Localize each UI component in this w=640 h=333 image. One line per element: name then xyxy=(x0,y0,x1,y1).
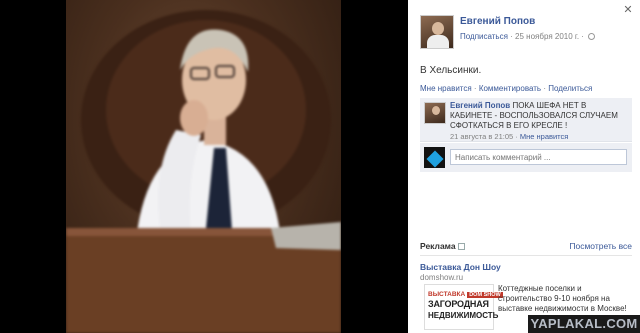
comment-link[interactable]: Комментировать xyxy=(479,84,541,93)
ad-image-line2: ЗАГОРОДНАЯ xyxy=(428,299,489,309)
owner-name[interactable]: Евгений Попов xyxy=(460,16,595,27)
comment-separator: · xyxy=(513,132,520,141)
side-panel: ✕ Евгений Попов Подписаться · 25 ноября … xyxy=(408,0,640,333)
comment-time[interactable]: 21 августа в 21:05 xyxy=(450,132,513,141)
watermark-logo: YAPLAKAL.COM xyxy=(528,315,640,333)
close-icon[interactable]: ✕ xyxy=(622,4,634,16)
photo-owner: Евгений Попов Подписаться · 25 ноября 20… xyxy=(420,15,596,51)
commenter-avatar[interactable] xyxy=(424,102,446,124)
owner-meta: Подписаться · 25 ноября 2010 г. · xyxy=(460,32,596,41)
ad-image[interactable]: ВЫСТАВКА DOM SHOW ЗАГОРОДНАЯ НЕДВИЖИМОСТЬ xyxy=(424,284,503,330)
share-link[interactable]: Поделиться xyxy=(548,84,592,93)
ad-image-line1-text: ВЫСТАВКА xyxy=(428,291,466,298)
current-user-avatar xyxy=(424,147,445,168)
comment-item: Евгений Попов ПОКА ШЕФА НЕТ В КАБИНЕТЕ -… xyxy=(420,98,632,142)
see-all-ads-link[interactable]: Посмотреть все xyxy=(569,241,632,251)
owner-avatar[interactable] xyxy=(420,15,454,49)
globe-icon xyxy=(588,33,596,40)
post-actions: Мне нравится · Комментировать · Поделить… xyxy=(420,84,592,93)
comment-input[interactable] xyxy=(450,149,627,165)
follow-link[interactable]: Подписаться xyxy=(460,32,508,41)
ad-domain: domshow.ru xyxy=(420,273,464,282)
owner-info: Евгений Попов Подписаться · 25 ноября 20… xyxy=(460,15,596,51)
photo-caption: В Хельсинки. xyxy=(420,65,482,76)
ad-item[interactable]: Выставка Дон Шоу domshow.ru ВЫСТАВКА DOM … xyxy=(420,262,632,330)
photo[interactable] xyxy=(66,0,341,333)
ads-title: Реклама xyxy=(420,241,465,251)
comment-like-link[interactable]: Мне нравится xyxy=(520,132,568,141)
ad-image-line1: ВЫСТАВКА DOM SHOW xyxy=(428,291,503,298)
action-separator: · xyxy=(471,84,479,93)
like-link[interactable]: Мне нравится xyxy=(420,84,472,93)
ads-title-text: Реклама xyxy=(420,241,456,251)
write-comment-box xyxy=(420,143,632,172)
ads-icon[interactable] xyxy=(457,243,465,250)
post-date: · 25 ноября 2010 г. · xyxy=(510,32,584,41)
comment-text-block: Евгений Попов ПОКА ШЕФА НЕТ В КАБИНЕТЕ -… xyxy=(450,101,628,131)
ad-description: Коттеджные поселки и строительство 9-10 … xyxy=(498,284,627,313)
ads-divider xyxy=(420,255,632,256)
photo-viewer xyxy=(0,0,408,333)
comment-author[interactable]: Евгений Попов xyxy=(450,101,510,110)
ad-image-line3: НЕДВИЖИМОСТЬ xyxy=(428,311,499,320)
ad-name[interactable]: Выставка Дон Шоу xyxy=(420,262,632,272)
photo-illustration xyxy=(66,10,341,333)
ads-header: Реклама Посмотреть все xyxy=(420,241,632,251)
comment-meta: 21 августа в 21:05 · Мне нравится xyxy=(450,132,568,141)
